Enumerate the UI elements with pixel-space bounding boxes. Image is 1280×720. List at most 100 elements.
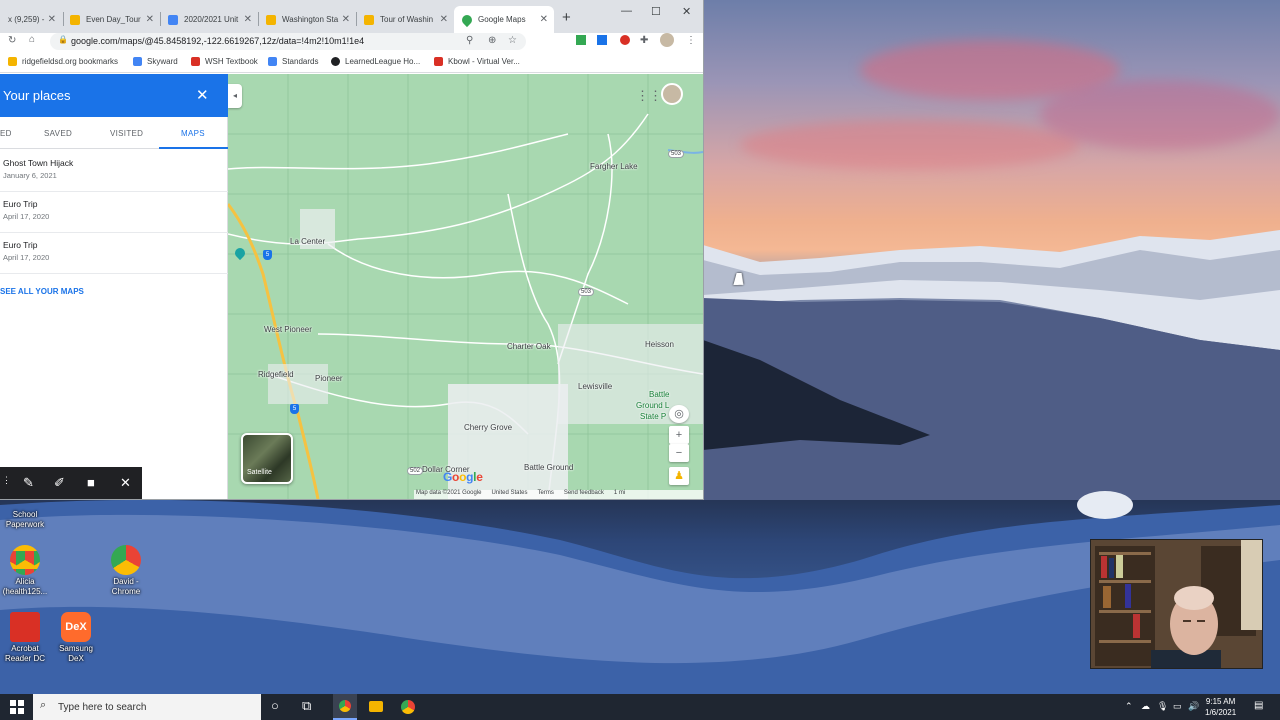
toolbar-handle-icon[interactable]: ⋮ (2, 475, 11, 486)
bookmark-kbowl[interactable]: Kbowl - Virtual Ver... (434, 57, 520, 66)
pegman-icon[interactable]: ♟ (669, 467, 689, 485)
see-all-maps-link[interactable]: SEE ALL YOUR MAPS (0, 287, 84, 296)
collapse-panel-button[interactable]: ◂ (228, 84, 242, 108)
tab-labeled[interactable]: ED (0, 129, 12, 138)
tab-saved[interactable]: SAVED (44, 129, 72, 138)
place-label[interactable]: Ground L (636, 401, 669, 410)
maximize-icon[interactable]: ☐ (651, 5, 661, 18)
skyward-icon (133, 57, 142, 66)
desktop-icon-acrobat[interactable]: Acrobat Reader DC (0, 612, 50, 664)
send-feedback-link[interactable]: Send feedback (564, 490, 604, 499)
chrome-icon[interactable] (401, 700, 415, 714)
desktop-icon-alicia-chrome[interactable]: Alicia (health125... (0, 545, 50, 597)
google-logo: Google (443, 470, 483, 484)
close-icon[interactable]: ✕ (48, 14, 56, 25)
tab-gmail[interactable]: x (9,259) - ✕ (0, 6, 62, 33)
volume-icon[interactable]: 🔊 (1188, 701, 1199, 712)
system-clock[interactable]: 9:15 AM 1/6/2021 (1205, 696, 1236, 718)
list-item[interactable]: Ghost Town Hijack January 6, 2021 (0, 151, 228, 192)
desktop-icon-school-paperwork[interactable]: School Paperwork (0, 500, 50, 530)
place-label[interactable]: Pioneer (315, 374, 343, 383)
my-location-icon[interactable]: ◎ (669, 405, 689, 423)
task-view-icon[interactable]: ⧉ (302, 698, 311, 714)
bookmark-label: WSH Textbook (205, 57, 258, 66)
tab-unit[interactable]: 2020/2021 Unit ✕ (160, 6, 258, 33)
highlighter-icon[interactable]: ✐ (54, 475, 65, 491)
desktop-icon-label: Samsung DeX (59, 644, 93, 663)
bookmark-ridgefieldsd[interactable]: ridgefieldsd.org bookmarks (8, 57, 118, 66)
close-panel-icon[interactable]: ✕ (196, 86, 209, 104)
translate-extension-icon[interactable] (597, 35, 607, 45)
map-canvas[interactable]: Fargher Lake La Center West Pioneer Char… (228, 74, 703, 499)
docs-icon (168, 14, 178, 25)
scale-label[interactable]: 1 mi (614, 490, 625, 499)
place-label[interactable]: Ridgefield (258, 370, 294, 379)
list-item[interactable]: Euro Trip April 17, 2020 (0, 192, 228, 233)
chevron-up-icon[interactable]: ⌃ (1125, 701, 1133, 712)
home-icon[interactable]: ⌂ (29, 34, 35, 45)
minimize-icon[interactable]: — (621, 5, 632, 17)
your-places-panel: Your places ✕ ED SAVED VISITED MAPS Ghos… (0, 74, 228, 499)
close-icon[interactable]: ✕ (342, 14, 350, 25)
desktop-icon-david-chrome[interactable]: David - Chrome (101, 545, 151, 597)
bookmark-learnedleague[interactable]: LearnedLeague Ho... (331, 57, 420, 66)
location-icon[interactable]: ⚲ (466, 35, 473, 46)
satellite-layer-toggle[interactable]: Satellite (241, 433, 293, 484)
profile-avatar-icon[interactable] (660, 33, 674, 47)
cloud-sync-icon[interactable]: ☁ (1141, 701, 1150, 712)
bookmark-standards[interactable]: Standards (268, 57, 318, 66)
tab-title: Tour of Washin (380, 15, 434, 24)
place-label[interactable]: Fargher Lake (590, 162, 638, 171)
map-date: January 6, 2021 (3, 171, 57, 180)
place-label[interactable]: Heisson (645, 340, 674, 349)
cortana-icon[interactable]: ○ (271, 698, 279, 713)
place-label[interactable]: Battle Ground (524, 463, 573, 472)
terms-link[interactable]: Terms (538, 490, 554, 499)
kebab-menu-icon[interactable]: ⋮ (686, 35, 696, 46)
close-window-icon[interactable]: ✕ (682, 5, 691, 18)
region-link[interactable]: United States (491, 490, 527, 499)
notification-icon[interactable]: ▤ (1254, 700, 1263, 711)
place-label[interactable]: La Center (290, 237, 325, 246)
bookmark-star-icon[interactable]: ☆ (508, 35, 517, 46)
new-tab-button[interactable]: + (562, 9, 571, 26)
desktop-icon-samsung-dex[interactable]: DeX Samsung DeX (51, 612, 101, 664)
close-icon[interactable]: ✕ (440, 14, 448, 25)
bookmark-skyward[interactable]: Skyward (133, 57, 178, 66)
account-avatar[interactable] (661, 83, 683, 105)
tab-google-maps[interactable]: Google Maps ✕ (454, 6, 554, 33)
tab-tour-of-washington[interactable]: Tour of Washin ✕ (356, 6, 454, 33)
close-icon[interactable]: ✕ (120, 475, 131, 491)
microphone-icon[interactable]: 🎙 (1157, 701, 1168, 712)
place-label[interactable]: West Pioneer (264, 325, 312, 334)
tab-washington-state[interactable]: Washington Sta ✕ (258, 6, 356, 33)
taskbar-search-box[interactable]: ⌕ Type here to search (33, 694, 261, 720)
tab-even-day-tour[interactable]: Even Day_Tour ✕ (62, 6, 160, 33)
place-label[interactable]: Battle (649, 390, 669, 399)
place-label[interactable]: Lewisville (578, 382, 612, 391)
close-icon[interactable]: ✕ (244, 14, 252, 25)
place-label[interactable]: Charter Oak (507, 342, 551, 351)
network-icon[interactable]: ▭ (1173, 701, 1182, 712)
place-label[interactable]: State P (640, 412, 666, 421)
reload-icon[interactable]: ↻ (8, 35, 16, 46)
close-icon[interactable]: ✕ (146, 14, 154, 25)
puzzle-icon[interactable]: ✚ (640, 35, 648, 46)
list-item[interactable]: Euro Trip April 17, 2020 (0, 233, 228, 274)
tab-maps[interactable]: MAPS (181, 129, 205, 138)
file-explorer-icon[interactable] (369, 701, 383, 712)
tab-visited[interactable]: VISITED (110, 129, 143, 138)
zoom-out-button[interactable]: − (669, 444, 689, 462)
pen-icon[interactable]: ✎ (23, 475, 34, 491)
camera-icon[interactable]: ■ (87, 475, 95, 490)
zoom-in-button[interactable]: + (669, 426, 689, 444)
place-label[interactable]: Cherry Grove (464, 423, 512, 432)
lock-icon[interactable]: 🔒 (58, 35, 68, 44)
zoom-icon[interactable]: ⊕ (488, 35, 496, 46)
record-extension-icon[interactable] (620, 35, 630, 45)
learnedleague-icon (331, 57, 340, 66)
close-icon[interactable]: ✕ (540, 14, 548, 25)
extension-icon[interactable] (576, 35, 586, 45)
bookmark-wsh-textbook[interactable]: WSH Textbook (191, 57, 258, 66)
windows-start-icon[interactable] (10, 700, 24, 714)
